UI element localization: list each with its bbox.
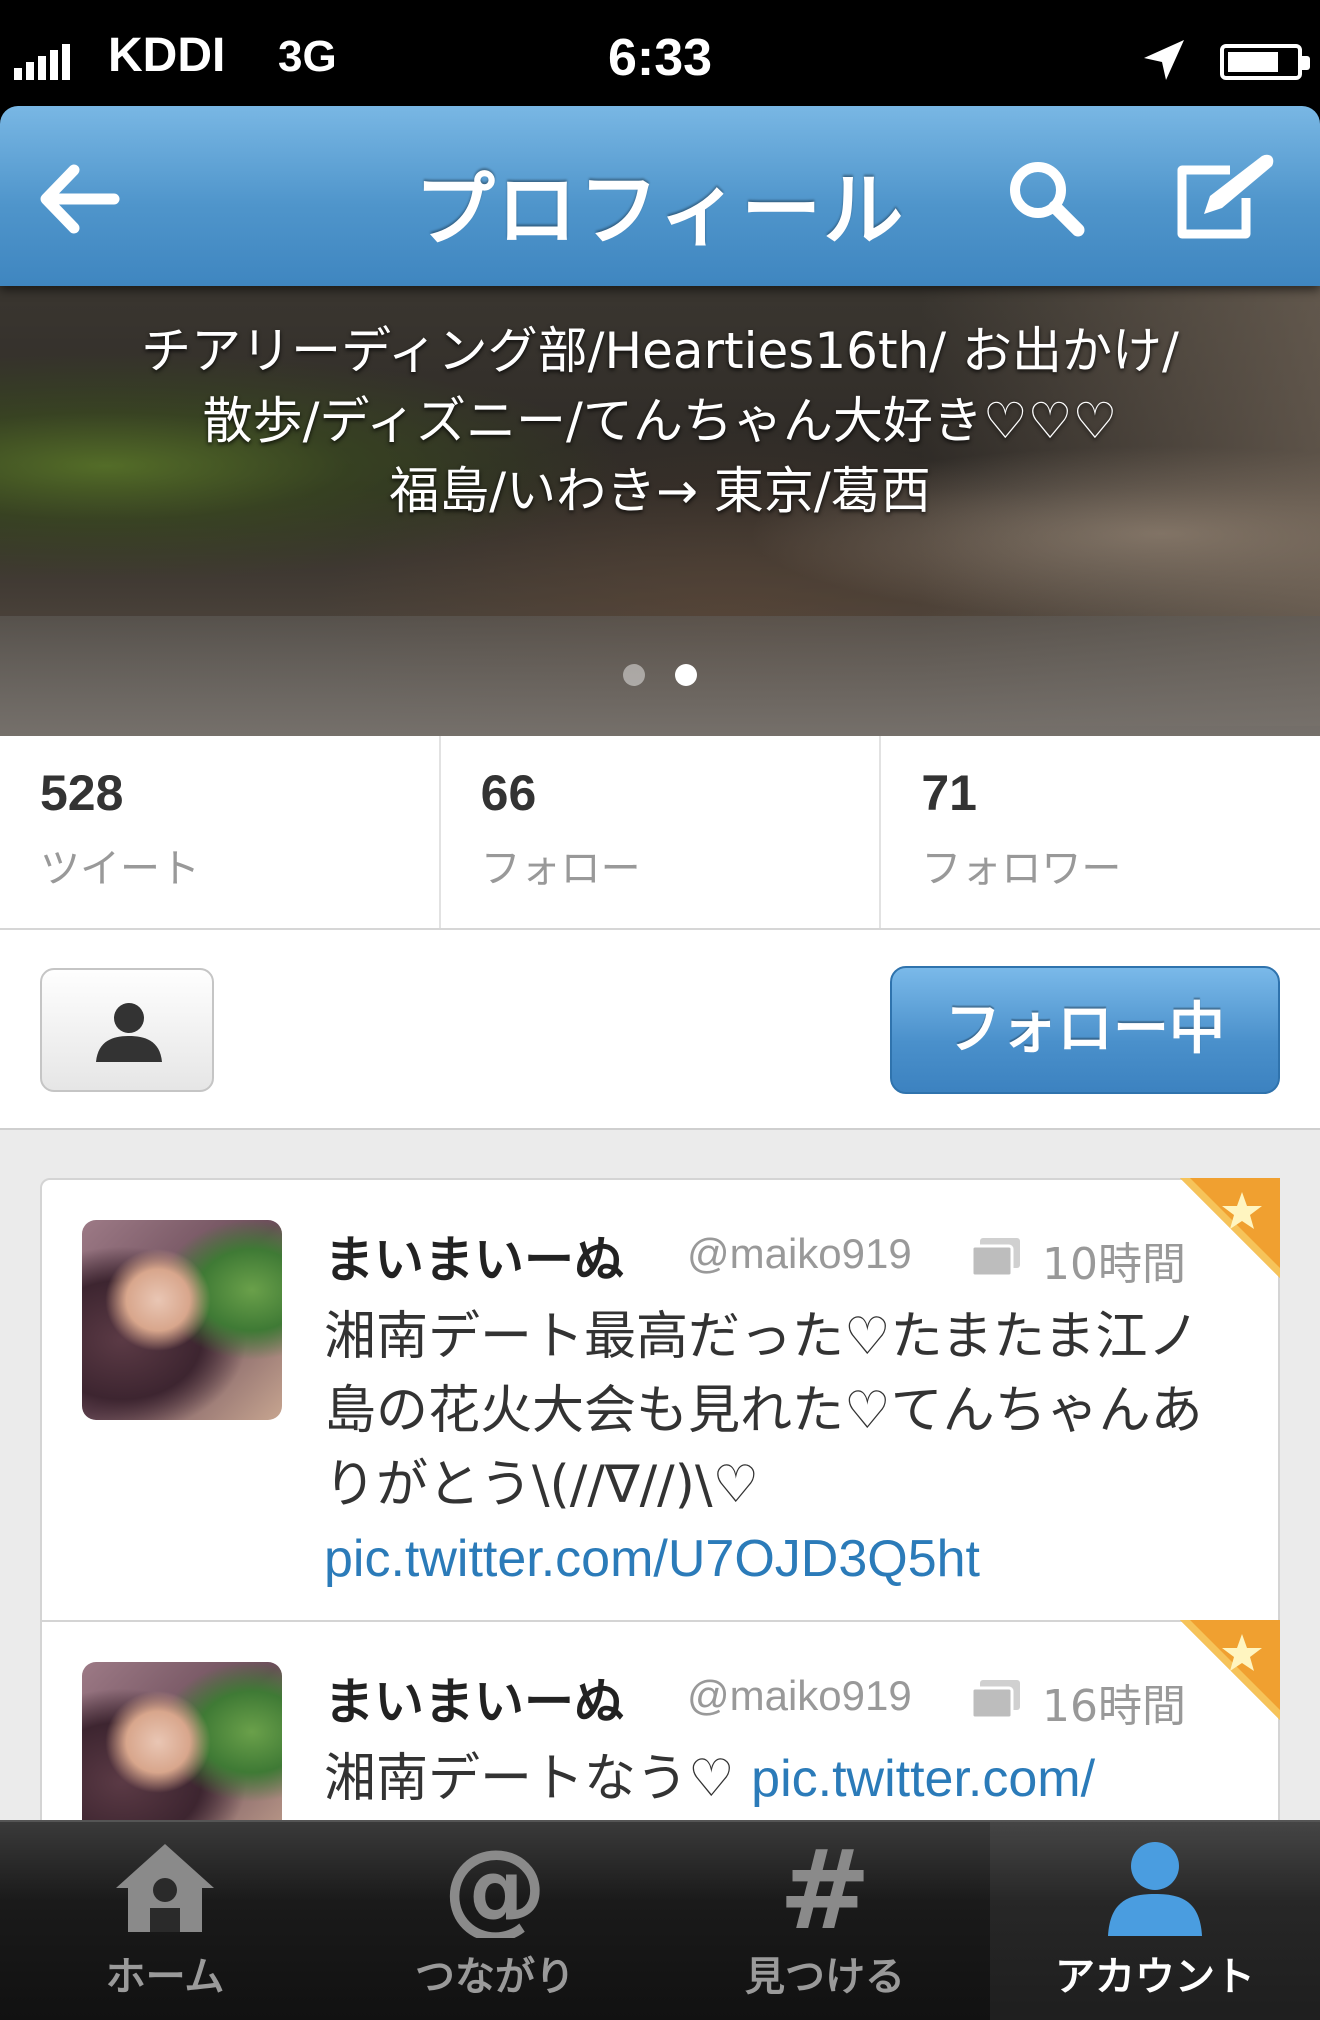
tweet-timestamp: 16時間 <box>1042 1681 1186 1732</box>
status-bar: KDDI 3G 6:33 <box>0 0 1320 110</box>
tab-bar: ホーム @ つながり # 見つける アカウント <box>0 1820 1320 2020</box>
svg-text:#: # <box>779 1838 871 1938</box>
page-dot <box>623 664 645 686</box>
avatar[interactable] <box>82 1220 282 1420</box>
tweet-link[interactable]: pic.twitter.com/U7OJD3Q5ht <box>324 1530 980 1588</box>
following-button[interactable]: フォロー中 <box>890 966 1280 1094</box>
tweet-body: 湘南デートなう♡ <box>324 1749 752 1809</box>
bio-line: 福島/いわき→ 東京/葛西 <box>389 462 931 520</box>
tab-connect[interactable]: @ つながり <box>330 1822 660 2020</box>
compose-icon[interactable] <box>1170 150 1280 242</box>
stat-following[interactable]: 66 フォロー <box>441 736 882 928</box>
search-icon[interactable] <box>1004 156 1086 238</box>
stat-tweets[interactable]: 528 ツイート <box>0 736 441 928</box>
stat-label: ツイート <box>40 846 200 892</box>
media-icon <box>970 1680 1020 1720</box>
tab-label: アカウント <box>1055 1954 1255 2000</box>
clock: 6:33 <box>607 29 713 87</box>
stat-count: 71 <box>921 765 977 821</box>
page-title: プロフィール <box>414 164 906 257</box>
tweet-item[interactable]: まいまいーぬ @maiko919 16時間 湘南デートなう♡ pic.twitt… <box>40 1620 1280 1820</box>
home-icon <box>116 1844 214 1932</box>
stat-followers[interactable]: 71 フォロワー <box>881 736 1320 928</box>
stat-label: フォロワー <box>921 846 1122 892</box>
at-icon: @ <box>443 1838 547 1938</box>
stat-count: 66 <box>480 765 537 821</box>
tab-label: 見つける <box>745 1954 905 2000</box>
tweet-text: 湘南デートなう♡ pic.twitter.com/ <box>324 1742 1244 1816</box>
tweet-timeline: まいまいーぬ @maiko919 10時間 湘南デート最高だった♡たまたま江ノ島… <box>0 1130 1320 1820</box>
hash-icon: # <box>779 1838 871 1938</box>
user-actions-button[interactable] <box>40 968 214 1092</box>
account-icon <box>1108 1842 1202 1936</box>
profile-header: チアリーディング部/Hearties16th/ お出かけ/ 散歩/ディズニー/て… <box>0 286 1320 736</box>
bio-line: 散歩/ディズニー/てんちゃん大好き♡♡♡ <box>202 392 1118 450</box>
svg-text:@: @ <box>443 1838 547 1938</box>
tab-label: ホーム <box>105 1954 225 2000</box>
media-icon <box>970 1238 1020 1278</box>
tweet-timestamp: 10時間 <box>1042 1239 1186 1290</box>
tweet-link[interactable]: pic.twitter.com/ <box>751 1750 1095 1808</box>
tweet-item[interactable]: まいまいーぬ @maiko919 10時間 湘南デート最高だった♡たまたま江ノ島… <box>40 1178 1280 1622</box>
stat-label: フォロー <box>480 846 641 892</box>
location-arrow-icon <box>1144 40 1184 80</box>
page-indicator[interactable] <box>0 664 1320 686</box>
person-icon <box>96 1003 162 1062</box>
tweet-author-name: まいまいーぬ <box>324 1673 624 1731</box>
profile-bio: チアリーディング部/Hearties16th/ お出かけ/ 散歩/ディズニー/て… <box>0 286 1320 526</box>
stat-count: 528 <box>40 765 124 821</box>
tweet-author-handle: @maiko919 <box>687 1672 912 1719</box>
tab-home[interactable]: ホーム <box>0 1822 330 2020</box>
tweet-author-name: まいまいーぬ <box>324 1231 624 1289</box>
tweet-body: 湘南デート最高だった♡たまたま江ノ島の花火大会も見れた♡てんちゃんありがとう\(… <box>324 1307 1203 1515</box>
battery-icon <box>1220 44 1310 80</box>
favorite-star-icon <box>1180 1620 1280 1720</box>
tab-account[interactable]: アカウント <box>990 1822 1320 2020</box>
tweet-text: 湘南デート最高だった♡たまたま江ノ島の花火大会も見れた♡てんちゃんありがとう\(… <box>324 1300 1244 1596</box>
nav-bar: プロフィール <box>0 106 1320 286</box>
bio-line: チアリーディング部/Hearties16th/ お出かけ/ <box>141 322 1179 380</box>
tab-discover[interactable]: # 見つける <box>660 1822 990 2020</box>
page-dot-active <box>675 664 697 686</box>
tab-label: つながり <box>415 1954 575 2000</box>
tweet-author-handle: @maiko919 <box>687 1230 912 1277</box>
profile-actions: フォロー中 <box>0 930 1320 1130</box>
avatar[interactable] <box>82 1662 282 1820</box>
profile-stats: 528 ツイート 66 フォロー 71 フォロワー <box>0 736 1320 930</box>
favorite-star-icon <box>1180 1178 1280 1278</box>
